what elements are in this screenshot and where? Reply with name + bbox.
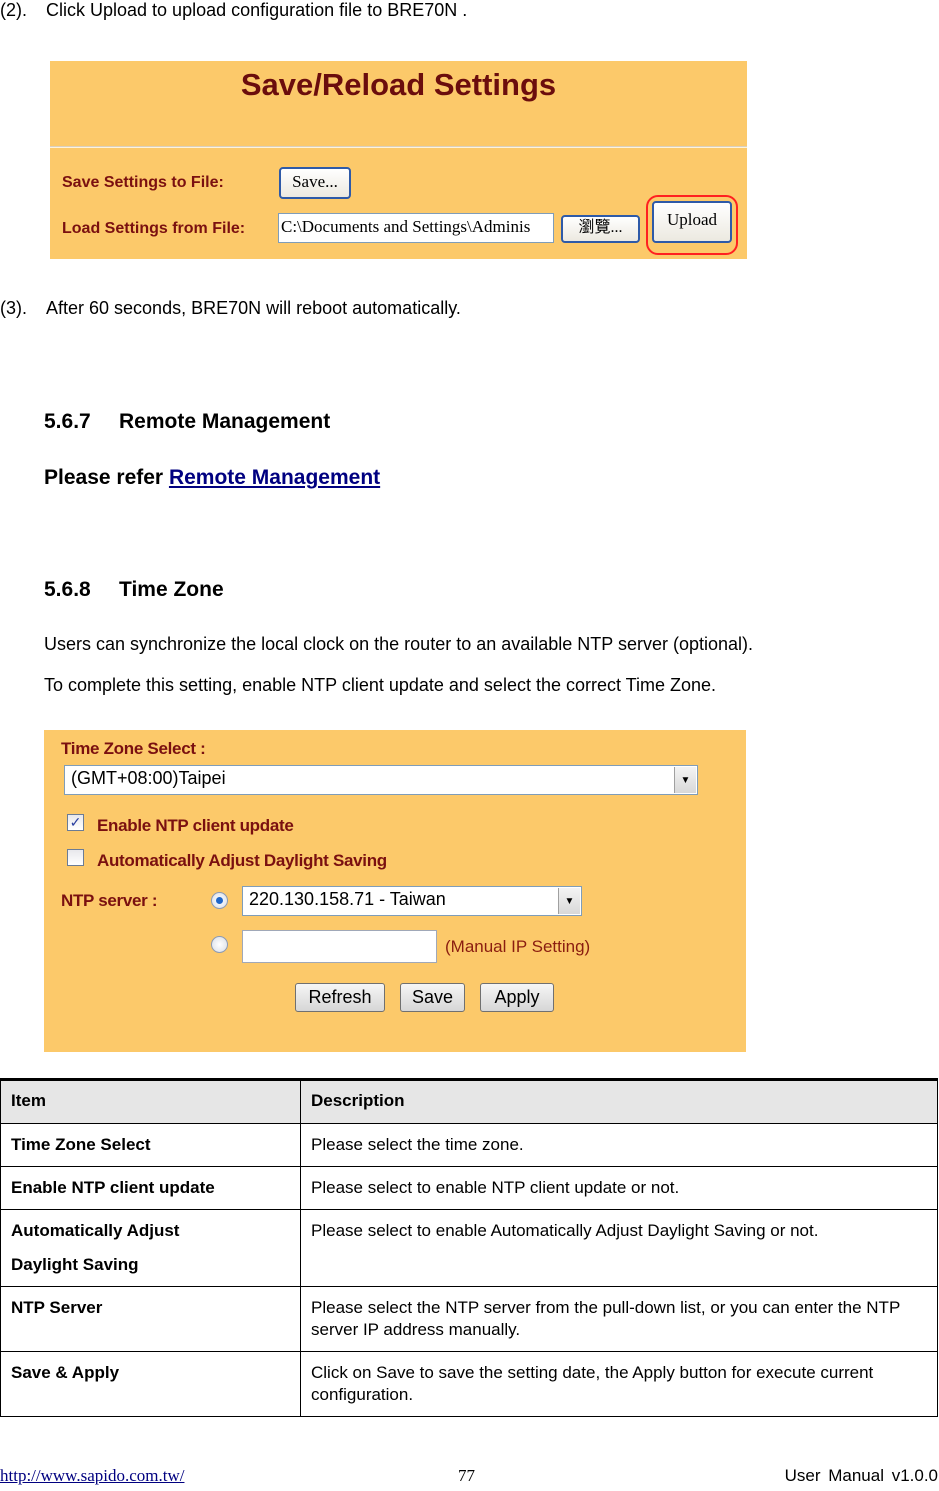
enable-ntp-checkbox[interactable]: ✓ <box>67 814 84 831</box>
header-description: Description <box>300 1079 938 1124</box>
refer-line: Please refer Remote Management <box>44 466 380 490</box>
save-file-button[interactable]: Save... <box>279 167 351 199</box>
file-path-input[interactable]: C:\Documents and Settings\Adminis <box>278 213 554 243</box>
table-row: Save & Apply Click on Save to save the s… <box>0 1351 938 1417</box>
refer-prefix: Please refer <box>44 466 164 489</box>
browse-button[interactable]: 瀏覽... <box>561 215 640 243</box>
table-row: NTP Server Please select the NTP server … <box>0 1286 938 1352</box>
save-reload-title: Save/Reload Settings <box>240 67 557 102</box>
table-row: Automatically Adjust Daylight Saving Ple… <box>0 1209 938 1287</box>
row-description: Please select to enable Automatically Ad… <box>300 1209 938 1287</box>
section-number: 5.6.8 <box>44 578 91 601</box>
remote-management-link[interactable]: Remote Management <box>169 466 380 489</box>
row-description: Please select the time zone. <box>300 1123 938 1167</box>
step-number: (3). <box>0 298 27 318</box>
section-number: 5.6.7 <box>44 410 91 433</box>
ntp-manual-radio[interactable] <box>211 936 228 953</box>
save-settings-label: Save Settings to File: <box>62 174 224 191</box>
row-item: Automatically Adjust Daylight Saving <box>0 1209 301 1287</box>
save-button[interactable]: Save <box>400 983 465 1012</box>
header-item: Item <box>0 1079 301 1124</box>
ntp-server-select[interactable]: 220.130.158.71 - Taiwan ▼ <box>242 886 582 916</box>
row-item: Time Zone Select <box>0 1123 301 1167</box>
step-text: Click Upload to upload configuration fil… <box>46 0 468 20</box>
description-table: Item Description Time Zone Select Please… <box>0 1078 938 1417</box>
time-zone-screenshot: Time Zone Select : (GMT+08:00)Taipei ▼ ✓… <box>44 730 746 1052</box>
divider <box>50 146 747 148</box>
checkmark-icon: ✓ <box>69 814 82 830</box>
time-zone-paragraph-1: Users can synchronize the local clock on… <box>44 634 754 654</box>
page-number: 77 <box>458 1466 475 1485</box>
section-heading-remote-management: 5.6.7 Remote Management <box>44 410 330 434</box>
chevron-down-icon[interactable]: ▼ <box>674 767 696 793</box>
step-3: (3). After 60 seconds, BRE70N will reboot… <box>0 298 461 319</box>
table-header-row: Item Description <box>0 1079 938 1124</box>
manual-version: User Manual v1.0.0 <box>784 1466 938 1485</box>
section-title: Time Zone <box>119 578 224 601</box>
time-zone-select[interactable]: (GMT+08:00)Taipei ▼ <box>64 765 698 795</box>
step-number: (2). <box>0 0 27 20</box>
daylight-saving-label: Automatically Adjust Daylight Saving <box>97 851 387 870</box>
chevron-down-icon[interactable]: ▼ <box>558 888 580 914</box>
row-description: Please select the NTP server from the pu… <box>300 1286 938 1352</box>
footer-url-link[interactable]: http://www.sapido.com.tw/ <box>0 1466 184 1486</box>
time-zone-value: (GMT+08:00)Taipei <box>71 768 226 788</box>
save-reload-screenshot: Save/Reload Settings Save Settings to Fi… <box>50 61 747 259</box>
time-zone-paragraph-2: To complete this setting, enable NTP cli… <box>44 675 717 695</box>
manual-ip-hint: (Manual IP Setting) <box>445 937 591 956</box>
row-description: Please select to enable NTP client updat… <box>300 1166 938 1210</box>
daylight-saving-checkbox[interactable] <box>67 849 84 866</box>
ntp-server-label: NTP server : <box>61 891 158 910</box>
load-settings-label: Load Settings from File: <box>62 220 246 237</box>
table-row: Enable NTP client update Please select t… <box>0 1166 938 1210</box>
manual-ip-input[interactable] <box>242 930 437 963</box>
time-zone-select-label: Time Zone Select : <box>61 739 206 758</box>
refresh-button[interactable]: Refresh <box>295 983 385 1012</box>
ntp-list-radio[interactable] <box>211 892 228 909</box>
table-row: Time Zone Select Please select the time … <box>0 1123 938 1167</box>
row-item: Enable NTP client update <box>0 1166 301 1210</box>
apply-button[interactable]: Apply <box>480 983 554 1012</box>
row-item: Save & Apply <box>0 1351 301 1417</box>
ntp-server-value: 220.130.158.71 - Taiwan <box>249 889 446 909</box>
upload-button[interactable]: Upload <box>652 201 732 243</box>
row-item: NTP Server <box>0 1286 301 1352</box>
section-heading-time-zone: 5.6.8 Time Zone <box>44 578 224 602</box>
step-2: (2). Click Upload to upload configuration… <box>0 0 467 21</box>
section-title: Remote Management <box>119 410 331 433</box>
row-description: Click on Save to save the setting date, … <box>300 1351 938 1417</box>
enable-ntp-label: Enable NTP client update <box>97 816 294 835</box>
step-text: After 60 seconds, BRE70N will reboot aut… <box>46 298 461 318</box>
